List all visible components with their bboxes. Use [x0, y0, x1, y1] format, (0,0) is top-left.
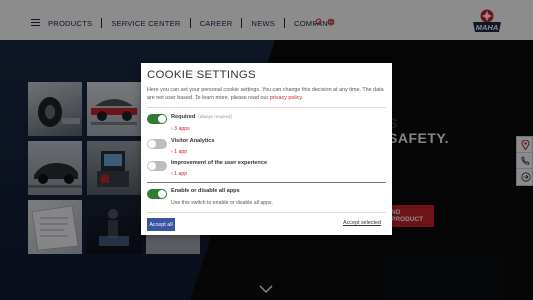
privacy-policy-link[interactable]: privacy policy: [270, 95, 302, 101]
modal-title: COOKIE SETTINGS: [147, 69, 256, 81]
accept-selected-button[interactable]: Accept selected: [343, 220, 381, 226]
option-required-title: Required (always required): [171, 114, 232, 120]
toggle-knob: [148, 140, 156, 148]
divider: [147, 212, 386, 213]
option-note: (always required): [198, 114, 232, 119]
toggle-knob: [148, 162, 156, 170]
toggle-knob: [158, 190, 166, 198]
option-apps-link[interactable]: › 1 app: [171, 171, 187, 177]
all-apps-description: Use this switch to enable or disable all…: [171, 200, 274, 206]
toggle-knob: [158, 115, 166, 123]
all-apps-toggle[interactable]: [147, 189, 167, 199]
divider: [147, 182, 386, 183]
user-experience-toggle[interactable]: [147, 161, 167, 171]
all-apps-title: Enable or disable all apps: [171, 188, 240, 194]
apps-count: 3 apps: [174, 126, 190, 132]
option-apps-link[interactable]: › 3 apps: [171, 126, 190, 132]
option-visitor-analytics-title: Visitor Analytics: [171, 138, 215, 144]
apps-count: 1 app: [174, 149, 188, 155]
required-toggle[interactable]: [147, 114, 167, 124]
option-user-experience-title: Improvement of the user experience: [171, 160, 268, 166]
modal-description: Here you can set your personal cookie se…: [147, 87, 384, 101]
option-label: Required: [171, 114, 196, 120]
apps-count: 1 app: [174, 171, 188, 177]
accept-all-button[interactable]: Accept all: [147, 218, 175, 231]
option-apps-link[interactable]: › 1 app: [171, 149, 187, 155]
description-text: Here you can set your personal cookie se…: [147, 87, 384, 101]
cookie-settings-modal: COOKIE SETTINGS Here you can set your pe…: [141, 63, 392, 235]
divider: [147, 107, 386, 108]
visitor-analytics-toggle[interactable]: [147, 139, 167, 149]
